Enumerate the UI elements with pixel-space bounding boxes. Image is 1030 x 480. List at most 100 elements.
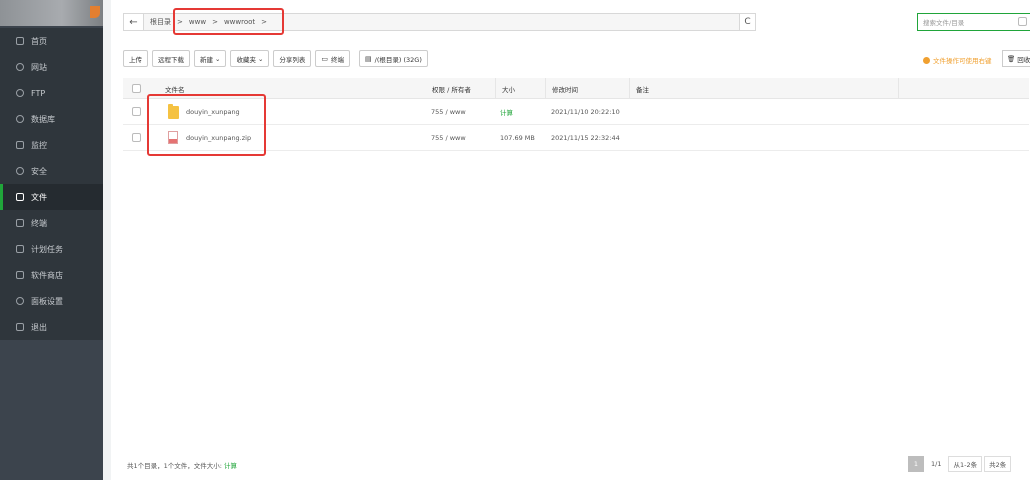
logout-icon bbox=[16, 323, 24, 331]
terminal-label: 终端 bbox=[331, 55, 345, 64]
header-name-label: 文件名 bbox=[165, 85, 185, 94]
sidebar-item-label: FTP bbox=[31, 88, 46, 98]
new-label: 新建 bbox=[200, 55, 213, 64]
share-list-label: 分享列表 bbox=[279, 55, 306, 64]
sidebar-item-monitor[interactable]: 监控 bbox=[0, 132, 103, 158]
summary-text: 共1个目录，1个文件，文件大小: bbox=[127, 462, 222, 470]
row-checkbox[interactable] bbox=[132, 107, 141, 116]
sidebar-item-label: 文件 bbox=[31, 192, 47, 202]
sidebar-item-label: 数据库 bbox=[31, 114, 55, 124]
back-button[interactable]: ← bbox=[124, 14, 144, 30]
refresh-icon: C bbox=[744, 17, 751, 27]
logo bbox=[0, 0, 103, 26]
calendar-icon bbox=[16, 245, 24, 253]
sidebar-item-label: 监控 bbox=[31, 140, 47, 150]
header-checkbox-cell bbox=[123, 78, 147, 99]
toolbar: 上传 远程下载 新建 ⌄ 收藏夹 ⌄ 分享列表 ▭ 终端 ▤/(根目录) (32G) bbox=[123, 50, 428, 67]
upload-button[interactable]: 上传 bbox=[123, 50, 148, 67]
database-icon bbox=[16, 115, 24, 123]
recycle-label: 回收站 bbox=[1017, 55, 1030, 64]
terminal-icon bbox=[16, 219, 24, 227]
disk-icon: ▤ bbox=[365, 54, 372, 63]
sidebar-item-label: 软件商店 bbox=[31, 270, 63, 280]
upload-label: 上传 bbox=[129, 55, 142, 64]
sidebar-item-home[interactable]: 首页 bbox=[0, 28, 103, 54]
favorites-button[interactable]: 收藏夹 ⌄ bbox=[230, 50, 270, 67]
info-icon bbox=[923, 56, 930, 64]
page-total: 共2条 bbox=[984, 456, 1012, 472]
sidebar-item-label: 首页 bbox=[31, 36, 47, 46]
search-checkbox[interactable] bbox=[1018, 17, 1027, 26]
notice-text: 文件操作可使用右键 bbox=[933, 57, 992, 65]
globe-icon bbox=[16, 63, 24, 71]
file-mtime: 2021/11/10 20:22:10 bbox=[551, 108, 620, 116]
right-click-notice: 文件操作可使用右键 bbox=[923, 55, 992, 65]
sidebar-item-settings[interactable]: 面板设置 bbox=[0, 288, 103, 314]
favorites-label: 收藏夹 bbox=[236, 55, 256, 64]
search-input[interactable]: 搜索文件/目录 bbox=[917, 13, 1030, 31]
header-size[interactable]: 大小 bbox=[496, 78, 546, 99]
gear-icon bbox=[16, 297, 24, 305]
sidebar-item-label: 退出 bbox=[31, 322, 47, 332]
file-manager: ← 根目录 > www > wwwroot > C 搜索文件/目录 上传 远程下… bbox=[111, 0, 1030, 480]
terminal-button[interactable]: ▭ 终端 bbox=[315, 50, 351, 67]
sidebar: 首页 网站 FTP 数据库 监控 安全 文件 终端 计划任务 软件商店 面板设置… bbox=[0, 0, 103, 480]
sidebar-item-label: 面板设置 bbox=[31, 296, 63, 306]
select-all-checkbox[interactable] bbox=[132, 84, 141, 93]
file-size: 107.69 MB bbox=[500, 134, 535, 142]
remote-download-label: 远程下载 bbox=[158, 55, 184, 64]
share-list-button[interactable]: 分享列表 bbox=[273, 50, 312, 67]
terminal-icon: ▭ bbox=[321, 54, 329, 63]
drive-label: /(根目录) (32G) bbox=[374, 55, 422, 64]
monitor-icon bbox=[16, 141, 24, 149]
ftp-icon bbox=[16, 89, 24, 97]
pagination: 1 1/1 从1-2条 共2条 bbox=[908, 455, 1012, 473]
header-perm-label: 权限 / 所有者 bbox=[432, 85, 471, 94]
shield-icon bbox=[16, 167, 24, 175]
highlight-box-path bbox=[173, 8, 284, 35]
sidebar-item-ftp[interactable]: FTP bbox=[0, 80, 103, 106]
home-icon bbox=[16, 37, 24, 45]
refresh-button[interactable]: C bbox=[739, 14, 755, 30]
header-note: 备注 bbox=[630, 78, 899, 99]
folder-icon bbox=[16, 193, 24, 201]
new-button[interactable]: 新建 ⌄ bbox=[194, 50, 227, 67]
recycle-bin-button[interactable]: 🗑回收站 bbox=[1002, 50, 1030, 67]
file-perm[interactable]: 755 / www bbox=[431, 125, 466, 151]
sidebar-item-store[interactable]: 软件商店 bbox=[0, 262, 103, 288]
header-mtime-label: 修改时间 bbox=[552, 85, 578, 94]
sidebar-item-database[interactable]: 数据库 bbox=[0, 106, 103, 132]
search-placeholder: 搜索文件/目录 bbox=[923, 19, 965, 27]
logo-corner-badge bbox=[90, 6, 100, 18]
header-perm[interactable]: 权限 / 所有者 bbox=[426, 78, 496, 99]
sidebar-item-label: 安全 bbox=[31, 166, 47, 176]
sidebar-item-website[interactable]: 网站 bbox=[0, 54, 103, 80]
header-mtime[interactable]: 修改时间 bbox=[546, 78, 630, 99]
page-count: 1/1 bbox=[926, 456, 947, 472]
sidebar-item-security[interactable]: 安全 bbox=[0, 158, 103, 184]
drive-button[interactable]: ▤/(根目录) (32G) bbox=[359, 50, 428, 67]
row-checkbox[interactable] bbox=[132, 133, 141, 142]
crumb-root[interactable]: 根目录 bbox=[150, 17, 171, 27]
file-perm[interactable]: 755 / www bbox=[431, 99, 466, 125]
header-size-label: 大小 bbox=[502, 85, 515, 94]
apps-icon bbox=[16, 271, 24, 279]
sidebar-item-files[interactable]: 文件 bbox=[0, 184, 103, 210]
footer-calc-link[interactable]: 计算 bbox=[224, 462, 237, 470]
remote-download-button[interactable]: 远程下载 bbox=[152, 50, 190, 67]
file-size-calc[interactable]: 计算 bbox=[500, 99, 513, 125]
sidebar-item-terminal[interactable]: 终端 bbox=[0, 210, 103, 236]
sidebar-menu: 首页 网站 FTP 数据库 监控 安全 文件 终端 计划任务 软件商店 面板设置… bbox=[0, 28, 103, 340]
sidebar-item-label: 计划任务 bbox=[31, 244, 63, 254]
highlight-box-files bbox=[147, 94, 266, 156]
file-mtime: 2021/11/15 22:32:44 bbox=[551, 134, 620, 142]
sidebar-item-label: 网站 bbox=[31, 62, 47, 72]
chevron-down-icon: ⌄ bbox=[215, 54, 221, 63]
sidebar-item-logout[interactable]: 退出 bbox=[0, 314, 103, 340]
page-current[interactable]: 1 bbox=[908, 456, 924, 472]
trash-icon: 🗑 bbox=[1007, 54, 1016, 63]
back-arrow-icon: ← bbox=[129, 16, 138, 28]
sidebar-item-label: 终端 bbox=[31, 218, 47, 228]
page-range: 从1-2条 bbox=[948, 456, 983, 472]
sidebar-item-cron[interactable]: 计划任务 bbox=[0, 236, 103, 262]
